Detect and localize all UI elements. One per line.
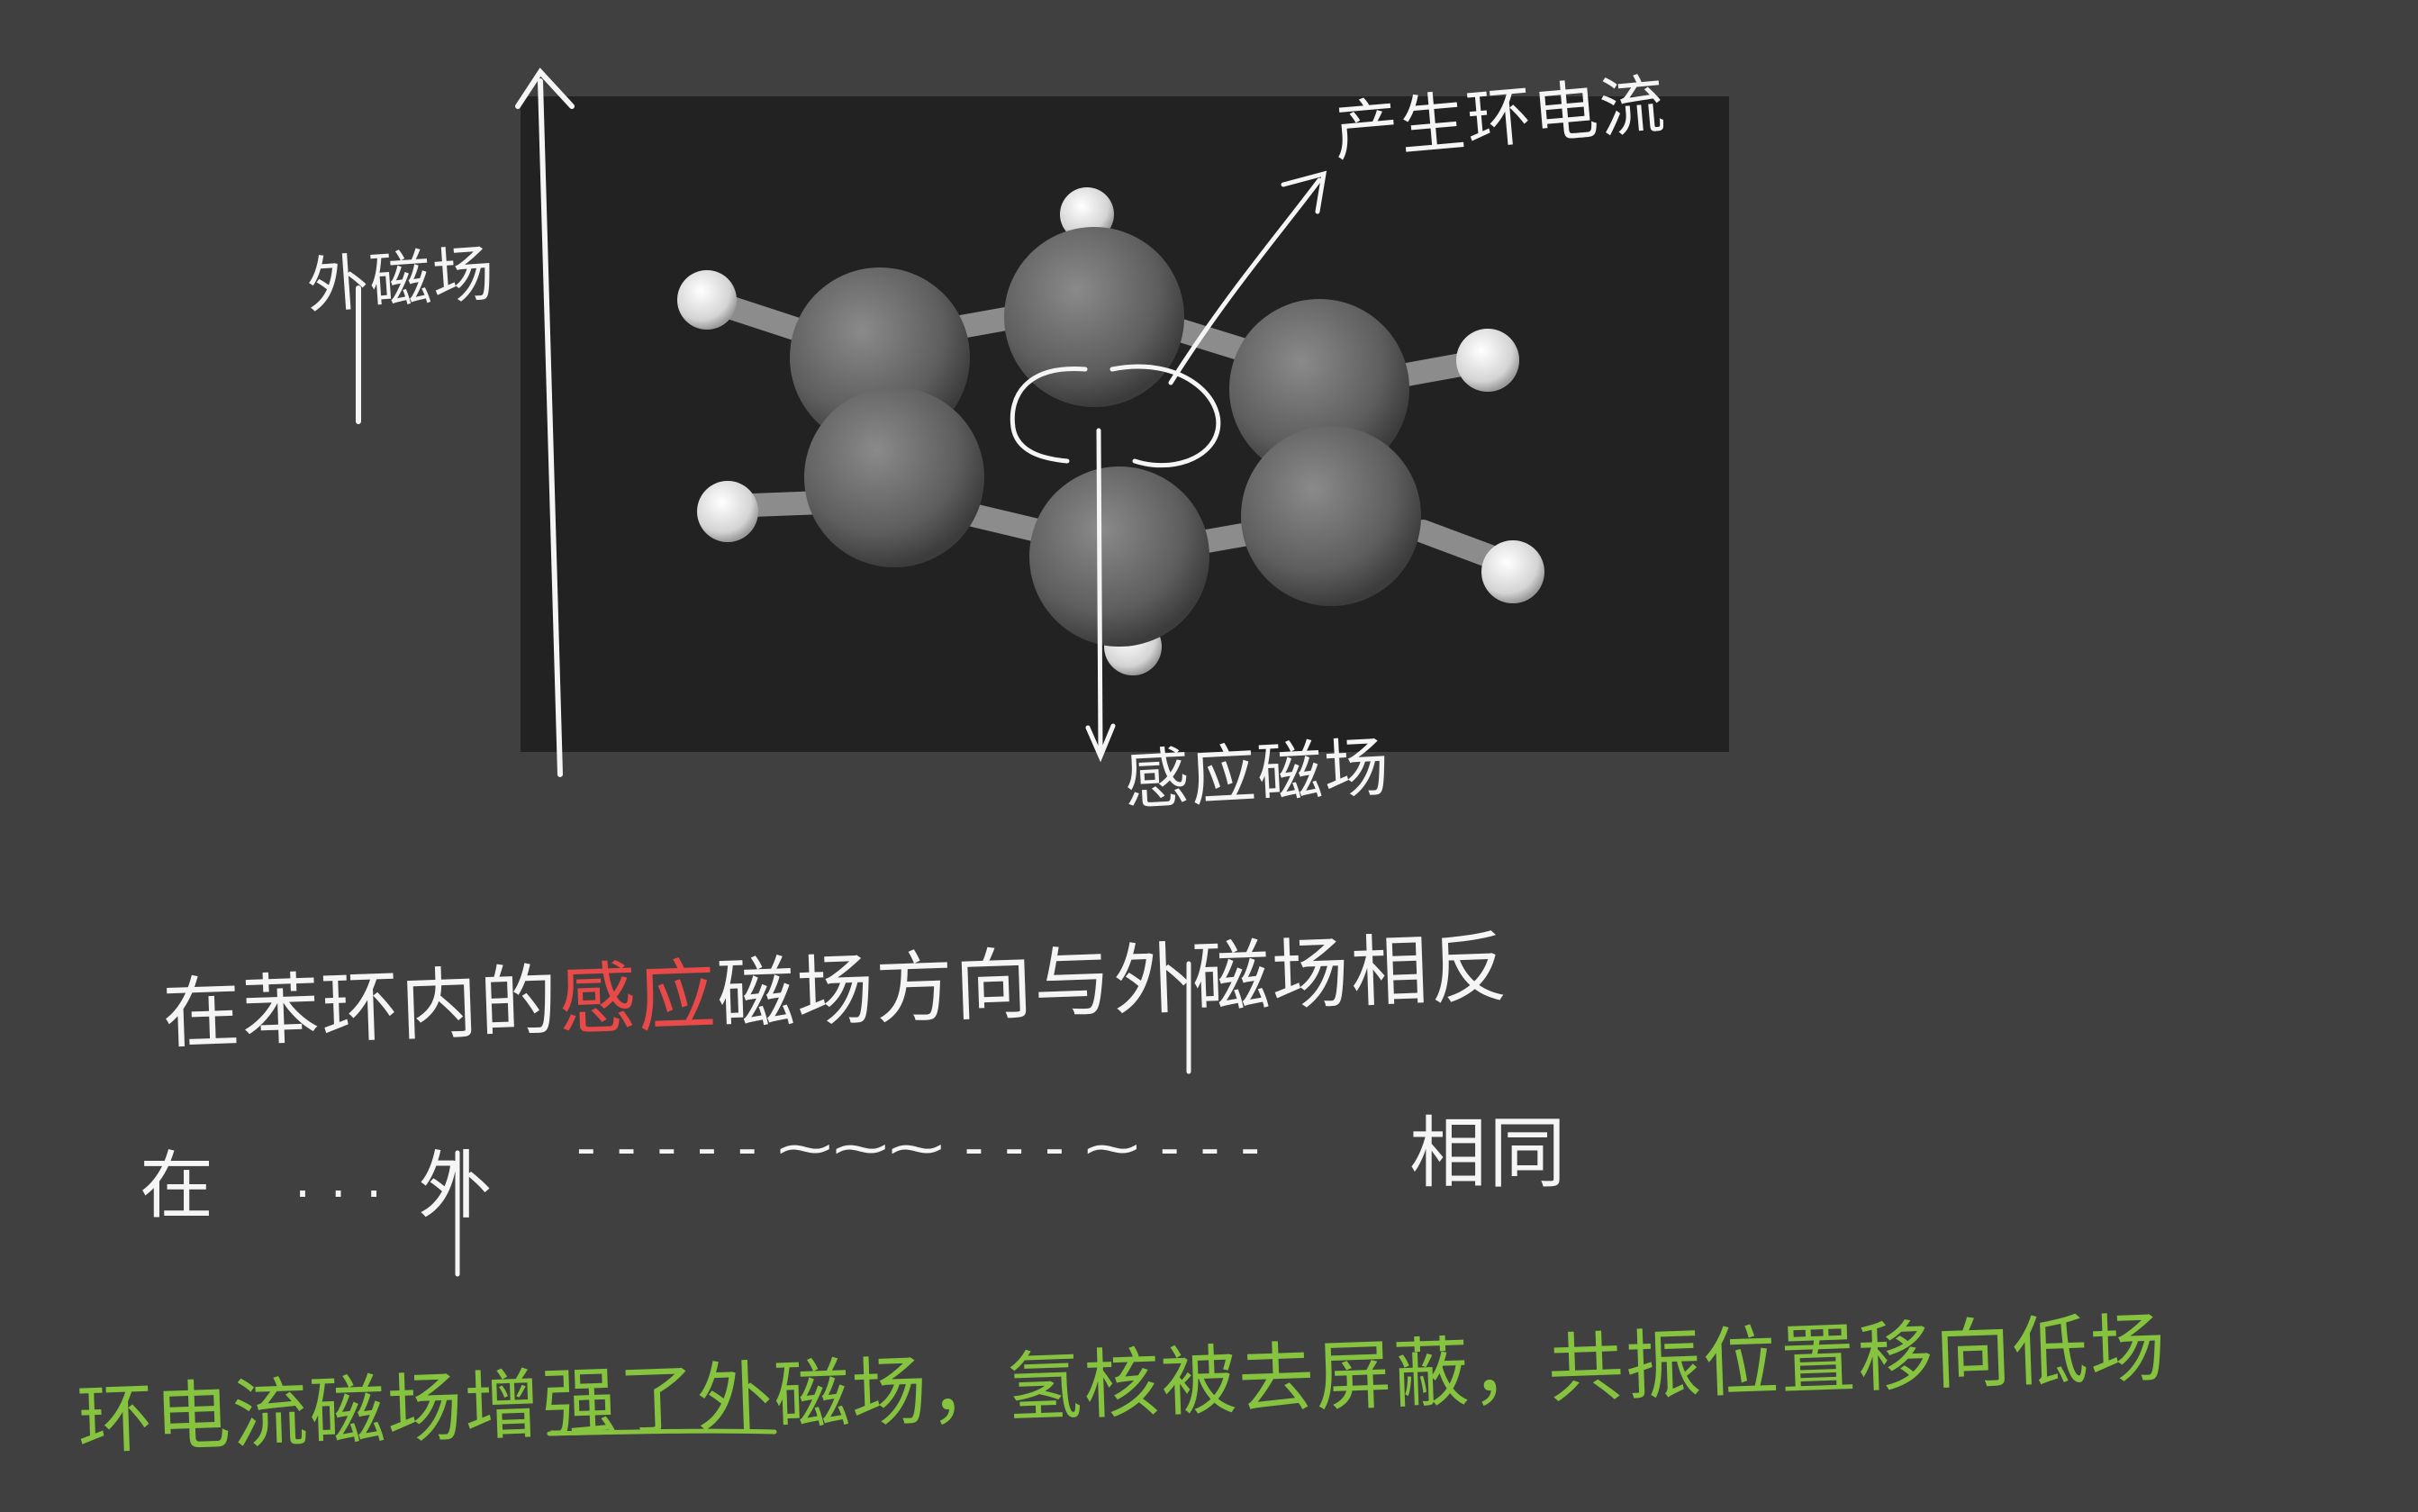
hydrogen-atom: [677, 270, 737, 330]
carbon-atom: [1029, 466, 1209, 647]
note-line-2-dashes: - - - - - ⁓⁓⁓ - - - ⁓ - - -: [576, 1117, 1263, 1180]
label-external-field: 外磁场: [303, 238, 499, 323]
note-line-2-same: 相同: [1409, 1109, 1568, 1199]
note-line-1-start: 在苯环内的: [161, 955, 561, 1061]
note-line-2-dots: · · ·: [294, 1165, 385, 1224]
note-line-1-highlight: 感应: [557, 950, 720, 1046]
carbon-atom: [1241, 426, 1421, 606]
hydrogen-atom: [697, 481, 758, 542]
label-induced-field: 感应磁场: [1122, 729, 1393, 819]
carbon-atom: [804, 387, 984, 567]
hydrogen-atom: [1456, 329, 1519, 392]
note-line-2-outer: 外: [418, 1144, 494, 1229]
note-line-2-start: 在: [140, 1144, 216, 1229]
note-line-2: 在 · · · 外: [140, 1126, 494, 1233]
hydrogen-atom: [1481, 540, 1544, 603]
